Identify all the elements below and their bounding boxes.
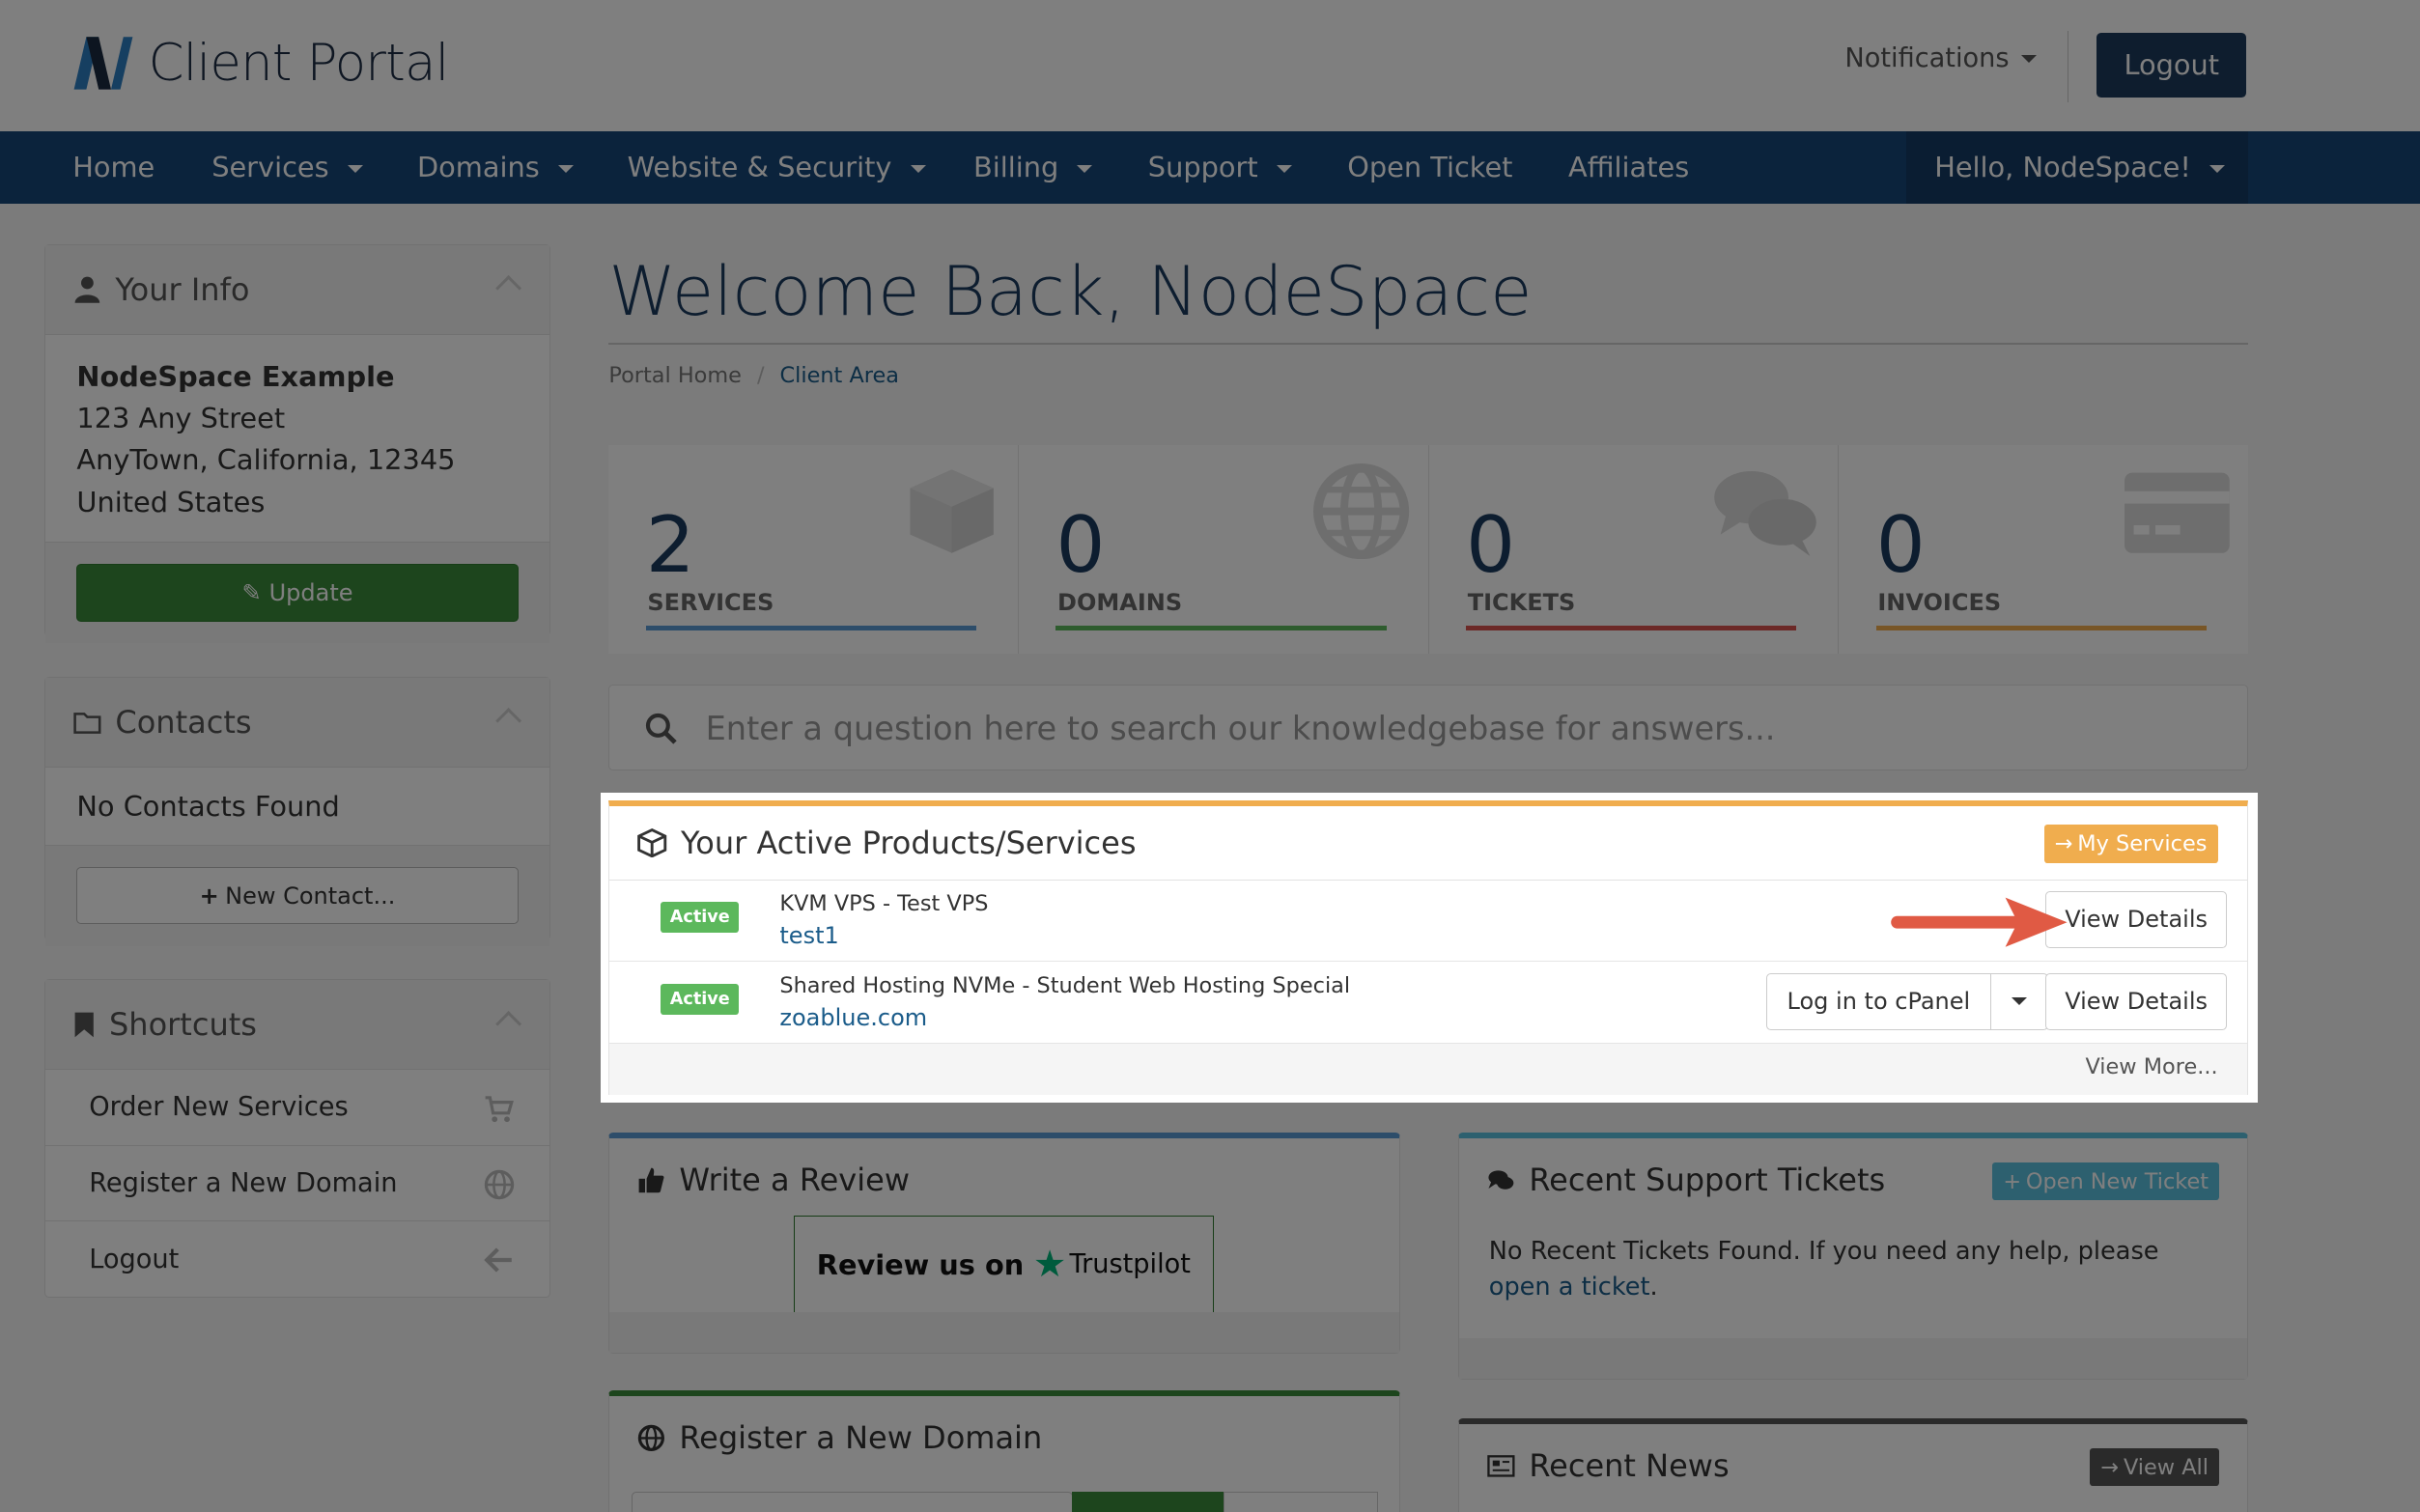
service-row[interactable]: Active Shared Hosting NVMe - Student Web… xyxy=(609,962,2247,1045)
service-domain[interactable]: test1 xyxy=(779,922,838,949)
status-badge: Active xyxy=(661,901,740,933)
cube-icon xyxy=(637,827,667,857)
products-title: Your Active Products/Services xyxy=(680,824,1137,861)
my-services-label: My Services xyxy=(2077,830,2208,856)
arrow-right-icon: → xyxy=(2054,830,2073,856)
products-header: Your Active Products/Services → My Servic… xyxy=(609,806,2247,881)
caret-down-icon xyxy=(2011,997,2027,1006)
service-name: Shared Hosting NVMe - Student Web Hostin… xyxy=(779,972,1351,998)
view-more-link[interactable]: View More... xyxy=(2085,1054,2217,1079)
cpanel-button-group: Log in to cPanel xyxy=(1765,972,2048,1030)
my-services-button[interactable]: → My Services xyxy=(2043,824,2218,863)
view-details-button[interactable]: View Details xyxy=(2045,972,2228,1030)
service-name: KVM VPS - Test VPS xyxy=(779,890,989,916)
view-details-button[interactable]: View Details xyxy=(2045,890,2228,948)
cpanel-dropdown-toggle[interactable] xyxy=(1991,974,2047,1029)
dim-overlay xyxy=(0,0,2420,1512)
annotation-arrow-icon xyxy=(1891,897,2068,947)
products-footer: View More... xyxy=(609,1044,2247,1095)
service-domain[interactable]: zoablue.com xyxy=(779,1004,927,1031)
login-cpanel-button[interactable]: Log in to cPanel xyxy=(1767,973,1991,1029)
status-badge: Active xyxy=(661,983,740,1015)
